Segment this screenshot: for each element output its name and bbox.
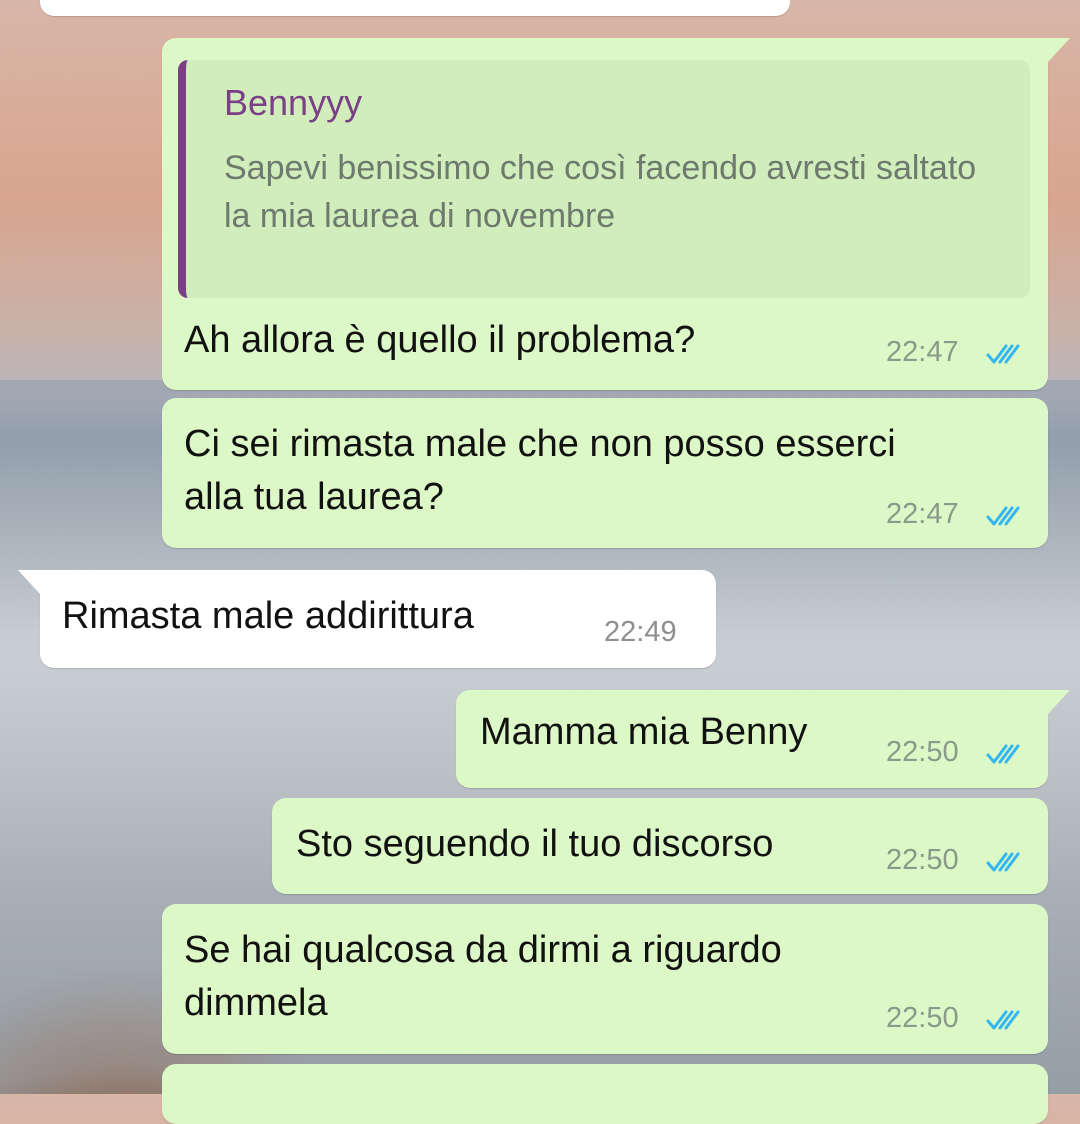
- bubble-tail: [18, 570, 40, 594]
- message-bubble[interactable]: Rimasta male addirittura 22:49: [40, 570, 716, 668]
- message-time: 22:47: [886, 336, 959, 368]
- quoted-author: Bennyyy: [224, 82, 363, 123]
- read-double-check-icon: [986, 1010, 1020, 1030]
- bubble-tail: [1048, 690, 1070, 714]
- message-bubble[interactable]: Sto seguendo il tuo discorso 22:50: [272, 798, 1048, 894]
- message-bubble[interactable]: Ci sei rimasta male che non posso esserc…: [162, 398, 1048, 548]
- message-time: 22:49: [604, 616, 677, 648]
- message-bubble[interactable]: Bennyyy Sapevi benissimo che così facend…: [162, 38, 1048, 390]
- message-bubble[interactable]: Mamma mia Benny 22:50: [456, 690, 1048, 788]
- read-double-check-icon: [986, 744, 1020, 764]
- message-time: 22:50: [886, 844, 959, 876]
- message-text: Mamma mia Benny: [480, 711, 808, 753]
- read-double-check-icon: [986, 344, 1020, 364]
- read-double-check-icon: [986, 506, 1020, 526]
- partial-message-bubble-top[interactable]: [40, 0, 790, 16]
- message-time: 22:47: [886, 498, 959, 530]
- message-text: Sto seguendo il tuo discorso: [296, 823, 774, 865]
- message-time: 22:50: [886, 1002, 959, 1034]
- message-text: Ci sei rimasta male che non posso esserc…: [184, 423, 896, 518]
- message-time: 22:50: [886, 736, 959, 768]
- message-bubble[interactable]: Se hai qualcosa da dirmi a riguardo dimm…: [162, 904, 1048, 1054]
- message-text: Se hai qualcosa da dirmi a riguardo dimm…: [184, 929, 782, 1024]
- partial-message-bubble-bottom[interactable]: [162, 1064, 1048, 1124]
- quoted-text: Sapevi benissimo che così facendo avrest…: [224, 149, 977, 235]
- bubble-tail: [1048, 38, 1070, 62]
- message-text: Rimasta male addirittura: [62, 595, 474, 637]
- quoted-message[interactable]: Bennyyy Sapevi benissimo che così facend…: [178, 60, 1030, 298]
- read-double-check-icon: [986, 852, 1020, 872]
- message-text: Ah allora è quello il problema?: [184, 319, 696, 361]
